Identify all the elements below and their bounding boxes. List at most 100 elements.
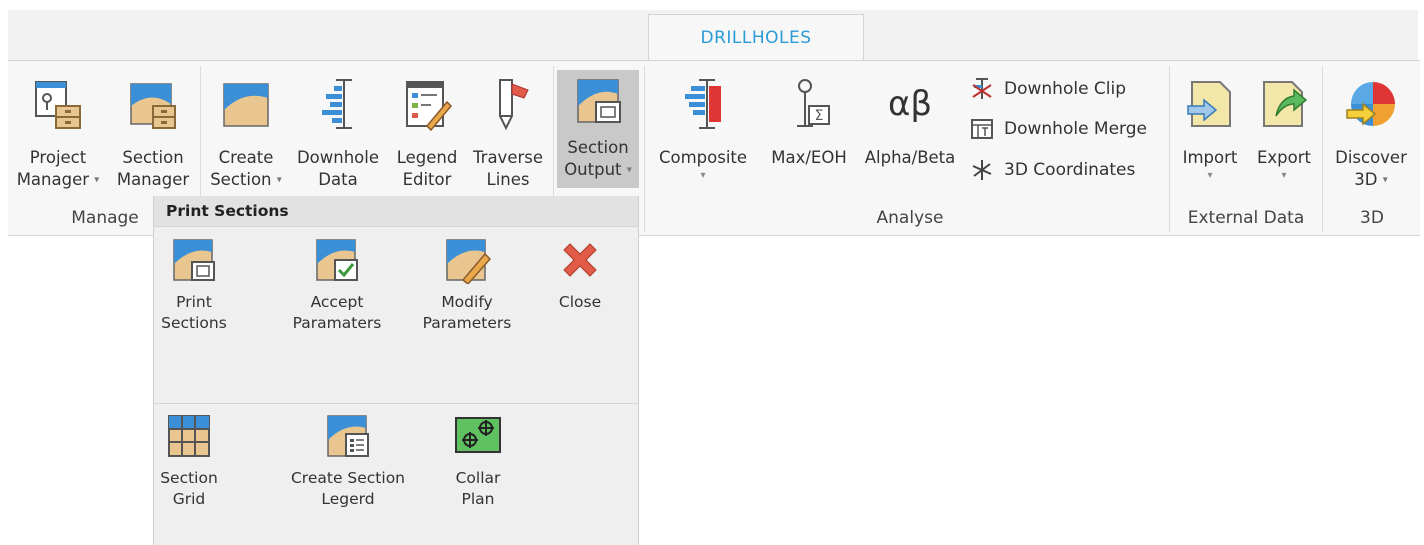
label: Downhole Clip [1004, 79, 1127, 99]
print-sections-button[interactable]: Print Sections [156, 236, 232, 334]
ribbon-separator [644, 66, 645, 232]
axes-3d-icon [970, 158, 994, 182]
accept-check-icon [313, 236, 361, 284]
composite-icon [677, 76, 729, 132]
create-section-legend-button[interactable]: Create Section Legerd [282, 412, 414, 510]
label: Export [1256, 148, 1311, 167]
discover-3d-button[interactable]: Discover 3D ▾ [1328, 72, 1414, 202]
collar-plan-icon [454, 412, 502, 460]
label: Section [567, 138, 629, 157]
close-button[interactable]: Close [542, 236, 618, 313]
label: Grid [172, 490, 206, 508]
section-manager-icon [127, 76, 179, 132]
project-manager-icon [32, 76, 84, 132]
alpha-beta-button[interactable]: αβ Alpha/Beta [858, 72, 962, 202]
tab-drillholes[interactable]: DRILLHOLES [648, 14, 864, 61]
label: Import [1182, 148, 1238, 167]
label: Legend [396, 148, 458, 167]
composite-button[interactable]: Composite ▾ [650, 72, 756, 202]
grid-icon [165, 412, 213, 460]
section-output-button[interactable]: Section Output ▾ [557, 70, 639, 188]
svg-text:Σ: Σ [815, 108, 824, 124]
export-button[interactable]: Export ▾ [1248, 72, 1320, 202]
label: Legerd [321, 490, 375, 508]
label: Modify [441, 293, 493, 311]
downhole-clip-button[interactable]: Downhole Clip [970, 74, 1126, 104]
group-label-external-data: External Data [1187, 208, 1305, 228]
section-legend-icon [324, 412, 372, 460]
label: Max/EOH [771, 148, 847, 167]
label: 3D Coordinates [1004, 160, 1136, 180]
divider [154, 226, 638, 227]
section-grid-button[interactable]: Section Grid [156, 412, 222, 510]
discover-3d-icon [1345, 76, 1397, 132]
label: Manager [116, 170, 190, 189]
create-section-button[interactable]: Create Section ▾ [204, 72, 288, 202]
section-manager-button[interactable]: Section Manager [110, 72, 196, 202]
import-icon [1184, 76, 1236, 132]
label: Create Section [290, 469, 406, 487]
label: Downhole Merge [1004, 119, 1147, 139]
label: Section [210, 170, 272, 189]
label: Downhole [296, 148, 380, 167]
legend-editor-button[interactable]: Legend Editor [388, 72, 466, 202]
ribbon-separator [1322, 66, 1323, 232]
legend-editor-icon [401, 76, 453, 132]
label: Sections [161, 314, 227, 332]
group-label-3d: 3D [1360, 208, 1384, 228]
section-map-icon [220, 76, 272, 132]
downhole-merge-button[interactable]: Downhole Merge [970, 114, 1147, 144]
modify-parameters-button[interactable]: Modify Parameters [412, 236, 522, 334]
caret-down-icon: ▾ [626, 164, 632, 176]
print-sections-dropdown: Print Sections Print Sections Accept Par… [153, 196, 639, 545]
caret-down-icon: ▾ [1281, 170, 1287, 181]
modify-pencil-icon [443, 236, 492, 286]
label: Project [29, 148, 87, 167]
label: Output [564, 160, 622, 179]
accept-parameters-button[interactable]: Accept Paramaters [282, 236, 392, 334]
label: Manager [16, 170, 90, 189]
close-icon [556, 236, 604, 284]
label: Section [160, 469, 218, 487]
caret-down-icon: ▾ [1382, 174, 1388, 186]
downhole-clip-icon [970, 77, 994, 101]
label: Collar [455, 469, 501, 487]
divider [154, 403, 638, 404]
label: Paramaters [292, 314, 382, 332]
collar-plan-button[interactable]: Collar Plan [438, 412, 518, 510]
3d-coordinates-button[interactable]: 3D Coordinates [970, 155, 1135, 185]
max-eoh-button[interactable]: Σ Max/EOH [760, 72, 858, 202]
label: Discover [1335, 148, 1407, 167]
max-eoh-icon: Σ [783, 76, 835, 132]
section-output-icon [572, 74, 624, 130]
group-label-manage: Manage [71, 208, 139, 228]
label: Section [122, 148, 184, 167]
traverse-pencil-icon [482, 76, 534, 132]
group-label-analyse: Analyse [876, 208, 944, 228]
downhole-merge-icon [970, 117, 994, 141]
label: Close [558, 293, 602, 311]
label: Plan [461, 490, 495, 508]
project-manager-button[interactable]: Project Manager ▾ [8, 72, 108, 202]
label: 3D [1354, 170, 1378, 189]
downhole-data-icon [312, 76, 364, 132]
label: Composite [658, 148, 748, 167]
downhole-data-button[interactable]: Downhole Data [290, 72, 386, 202]
label: Traverse [473, 148, 543, 167]
traverse-lines-button[interactable]: Traverse Lines [466, 72, 550, 202]
label: Create [218, 148, 274, 167]
label: Accept [310, 293, 364, 311]
alpha-beta-icon: αβ [870, 76, 950, 132]
export-icon [1258, 76, 1310, 132]
caret-down-icon: ▾ [94, 174, 100, 186]
caret-down-icon: ▾ [276, 174, 282, 186]
print-section-icon [170, 236, 218, 284]
label: Parameters [422, 314, 512, 332]
caret-down-icon: ▾ [1207, 170, 1213, 181]
import-button[interactable]: Import ▾ [1174, 72, 1246, 202]
dropdown-header: Print Sections [154, 196, 638, 226]
label: Print [176, 293, 212, 311]
label: Lines [486, 170, 530, 189]
ribbon-separator [1169, 66, 1170, 232]
label: Alpha/Beta [864, 148, 956, 167]
